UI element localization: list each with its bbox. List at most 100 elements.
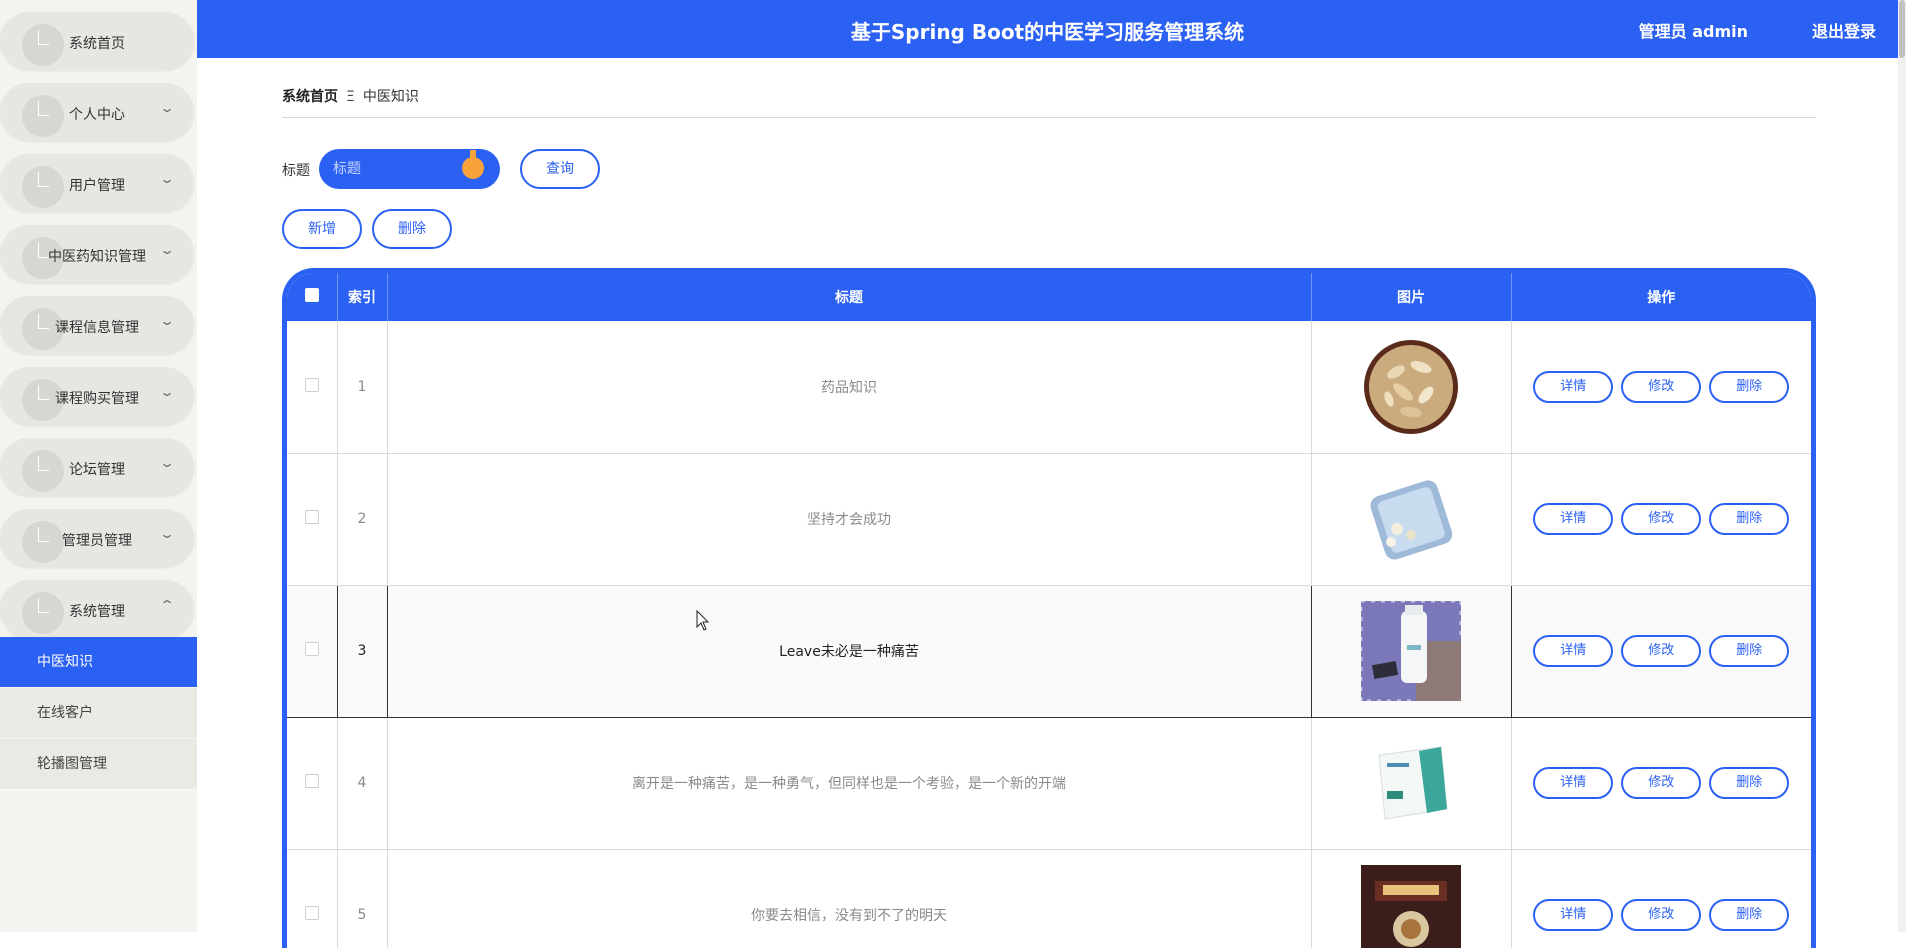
column-header-index: 索引 — [337, 273, 388, 321]
sidebar-item-system[interactable]: 系统管理 ⌃ — [0, 580, 194, 638]
logout-link[interactable]: 退出登录 — [1812, 18, 1876, 42]
row-image-cell — [1311, 717, 1512, 850]
submenu-item-online-service[interactable]: 在线客户 — [0, 688, 197, 739]
select-all-checkbox[interactable] — [304, 288, 319, 302]
table-row: 2 坚持才会成功 详情 修改 删除 — [287, 453, 1811, 586]
scrollbar-thumb[interactable] — [1899, 0, 1905, 58]
submenu-item-tcm-knowledge[interactable]: 中医知识 — [0, 637, 197, 688]
breadcrumb-home[interactable]: 系统首页 — [282, 89, 338, 105]
edit-button[interactable]: 修改 — [1621, 370, 1702, 403]
breadcrumb: 系统首页 Ξ 中医知识 — [282, 86, 1816, 118]
row-delete-button[interactable]: 删除 — [1709, 899, 1790, 931]
edit-button[interactable]: 修改 — [1621, 503, 1702, 535]
column-header-title: 标题 — [387, 273, 1312, 321]
chevron-up-icon: ⌃ — [158, 598, 176, 612]
sidebar-item-users[interactable]: 用户管理 ⌄ — [0, 154, 194, 212]
medicine-bottle-on-cloth-image — [1361, 601, 1461, 701]
row-index: 4 — [337, 717, 388, 850]
row-actions-cell: 详情 修改 删除 — [1511, 453, 1811, 586]
row-title: 药品知识 — [387, 321, 1312, 454]
row-index: 5 — [337, 849, 388, 948]
search-label: 标题 — [282, 163, 310, 179]
row-image-cell — [1311, 321, 1512, 454]
row-delete-button[interactable]: 删除 — [1709, 503, 1790, 535]
medicine-box-teal-image — [1361, 733, 1461, 833]
row-select-cell — [287, 717, 338, 850]
herb-root-bowl-image — [1364, 339, 1458, 434]
row-image-cell — [1311, 453, 1512, 586]
row-checkbox[interactable] — [304, 642, 319, 656]
page-scrollbar[interactable] — [1898, 0, 1906, 932]
top-header: 基于Spring Boot的中医学习服务管理系统 管理员 admin 退出登录 — [197, 0, 1898, 58]
sidebar-item-course-purchases[interactable]: 课程购买管理 ⌄ — [0, 367, 194, 425]
select-all-header — [287, 273, 338, 321]
row-image-cell — [1311, 849, 1512, 948]
input-decoration-drop-icon — [462, 150, 484, 179]
row-select-cell — [287, 849, 338, 948]
row-index: 2 — [337, 453, 388, 586]
chevron-down-icon: ⌄ — [158, 243, 176, 257]
batch-delete-button[interactable]: 删除 — [372, 209, 452, 249]
chevron-down-icon: ⌄ — [158, 385, 176, 399]
table-row: 3 Leave未必是一种痛苦 详情 修改 删除 — [287, 585, 1811, 718]
sidebar-item-home[interactable]: 系统首页 — [0, 12, 194, 70]
chevron-down-icon: ⌄ — [158, 456, 176, 470]
chevron-down-icon: ⌄ — [158, 314, 176, 328]
data-table: 索引 标题 图片 操作 1 药品知识 详情 修改 删除 2 坚持才会成功 详情 … — [282, 268, 1816, 948]
table-row: 4 离开是一种痛苦，是一种勇气，但同样也是一个考验，是一个新的开端 详情 修改 删除 — [287, 717, 1811, 850]
chevron-down-icon: ⌄ — [158, 101, 176, 115]
chevron-down-icon: ⌄ — [158, 172, 176, 186]
detail-button[interactable]: 详情 — [1533, 503, 1614, 535]
row-delete-button[interactable]: 删除 — [1709, 370, 1790, 403]
mouse-pointer-icon — [696, 610, 710, 631]
detail-button[interactable]: 详情 — [1533, 767, 1614, 799]
detail-button[interactable]: 详情 — [1533, 635, 1614, 667]
row-image-cell — [1311, 585, 1512, 718]
row-checkbox[interactable] — [304, 774, 319, 788]
row-delete-button[interactable]: 删除 — [1709, 635, 1790, 667]
row-select-cell — [287, 585, 338, 718]
column-header-actions: 操作 — [1647, 290, 1676, 306]
add-button[interactable]: 新增 — [282, 209, 362, 249]
row-title: Leave未必是一种痛苦 — [387, 585, 1312, 718]
edit-button[interactable]: 修改 — [1621, 635, 1702, 667]
row-actions-cell: 详情 修改 删除 — [1511, 585, 1811, 718]
detail-button[interactable]: 详情 — [1533, 899, 1614, 931]
sidebar-item-profile[interactable]: 个人中心 ⌄ — [0, 83, 194, 141]
search-button[interactable]: 查询 — [520, 149, 600, 189]
edit-button[interactable]: 修改 — [1621, 899, 1702, 931]
column-header-image: 图片 — [1311, 273, 1512, 321]
medicine-box-dark-image — [1361, 865, 1461, 948]
row-select-cell — [287, 321, 338, 454]
submenu-item-carousel[interactable]: 轮播图管理 — [0, 739, 197, 790]
pill-organizer-box-image — [1361, 469, 1461, 569]
row-title: 离开是一种痛苦，是一种勇气，但同样也是一个考验，是一个新的开端 — [387, 717, 1312, 850]
row-checkbox[interactable] — [304, 906, 319, 920]
system-submenu: 中医知识 在线客户 轮播图管理 — [0, 637, 197, 790]
chevron-down-icon: ⌄ — [158, 527, 176, 541]
row-index: 3 — [337, 585, 388, 718]
breadcrumb-separator-icon: Ξ — [346, 89, 355, 105]
row-title: 坚持才会成功 — [387, 453, 1312, 586]
sidebar-item-forum[interactable]: 论坛管理 ⌄ — [0, 438, 194, 496]
row-delete-button[interactable]: 删除 — [1709, 767, 1790, 799]
row-checkbox[interactable] — [304, 510, 319, 524]
sidebar: 系统首页 个人中心 ⌄ 用户管理 ⌄ 中医药知识管理 ⌄ 课程信息管理 ⌄ 课程… — [0, 0, 197, 932]
row-select-cell — [287, 453, 338, 586]
row-checkbox[interactable] — [304, 377, 319, 392]
table-header-row: 索引 标题 图片 操作 — [287, 273, 1811, 321]
row-actions-cell: 详情 修改 删除 — [1511, 321, 1811, 454]
row-actions-cell: 详情 修改 删除 — [1511, 717, 1811, 850]
sidebar-item-courses[interactable]: 课程信息管理 ⌄ — [0, 296, 194, 354]
table-row: 5 你要去相信，没有到不了的明天 详情 修改 删除 — [287, 849, 1811, 948]
edit-button[interactable]: 修改 — [1621, 767, 1702, 799]
sidebar-item-label: 系统首页 — [69, 36, 125, 52]
table-row: 1 药品知识 详情 修改 删除 — [287, 321, 1811, 454]
sidebar-item-tcm-knowledge[interactable]: 中医药知识管理 ⌄ — [0, 225, 194, 283]
row-index: 1 — [337, 321, 388, 454]
row-actions-cell: 详情 修改 删除 — [1511, 849, 1811, 948]
row-title: 你要去相信，没有到不了的明天 — [387, 849, 1312, 948]
detail-button[interactable]: 详情 — [1533, 370, 1614, 403]
breadcrumb-current: 中医知识 — [362, 89, 419, 105]
sidebar-item-admins[interactable]: 管理员管理 ⌄ — [0, 509, 194, 567]
